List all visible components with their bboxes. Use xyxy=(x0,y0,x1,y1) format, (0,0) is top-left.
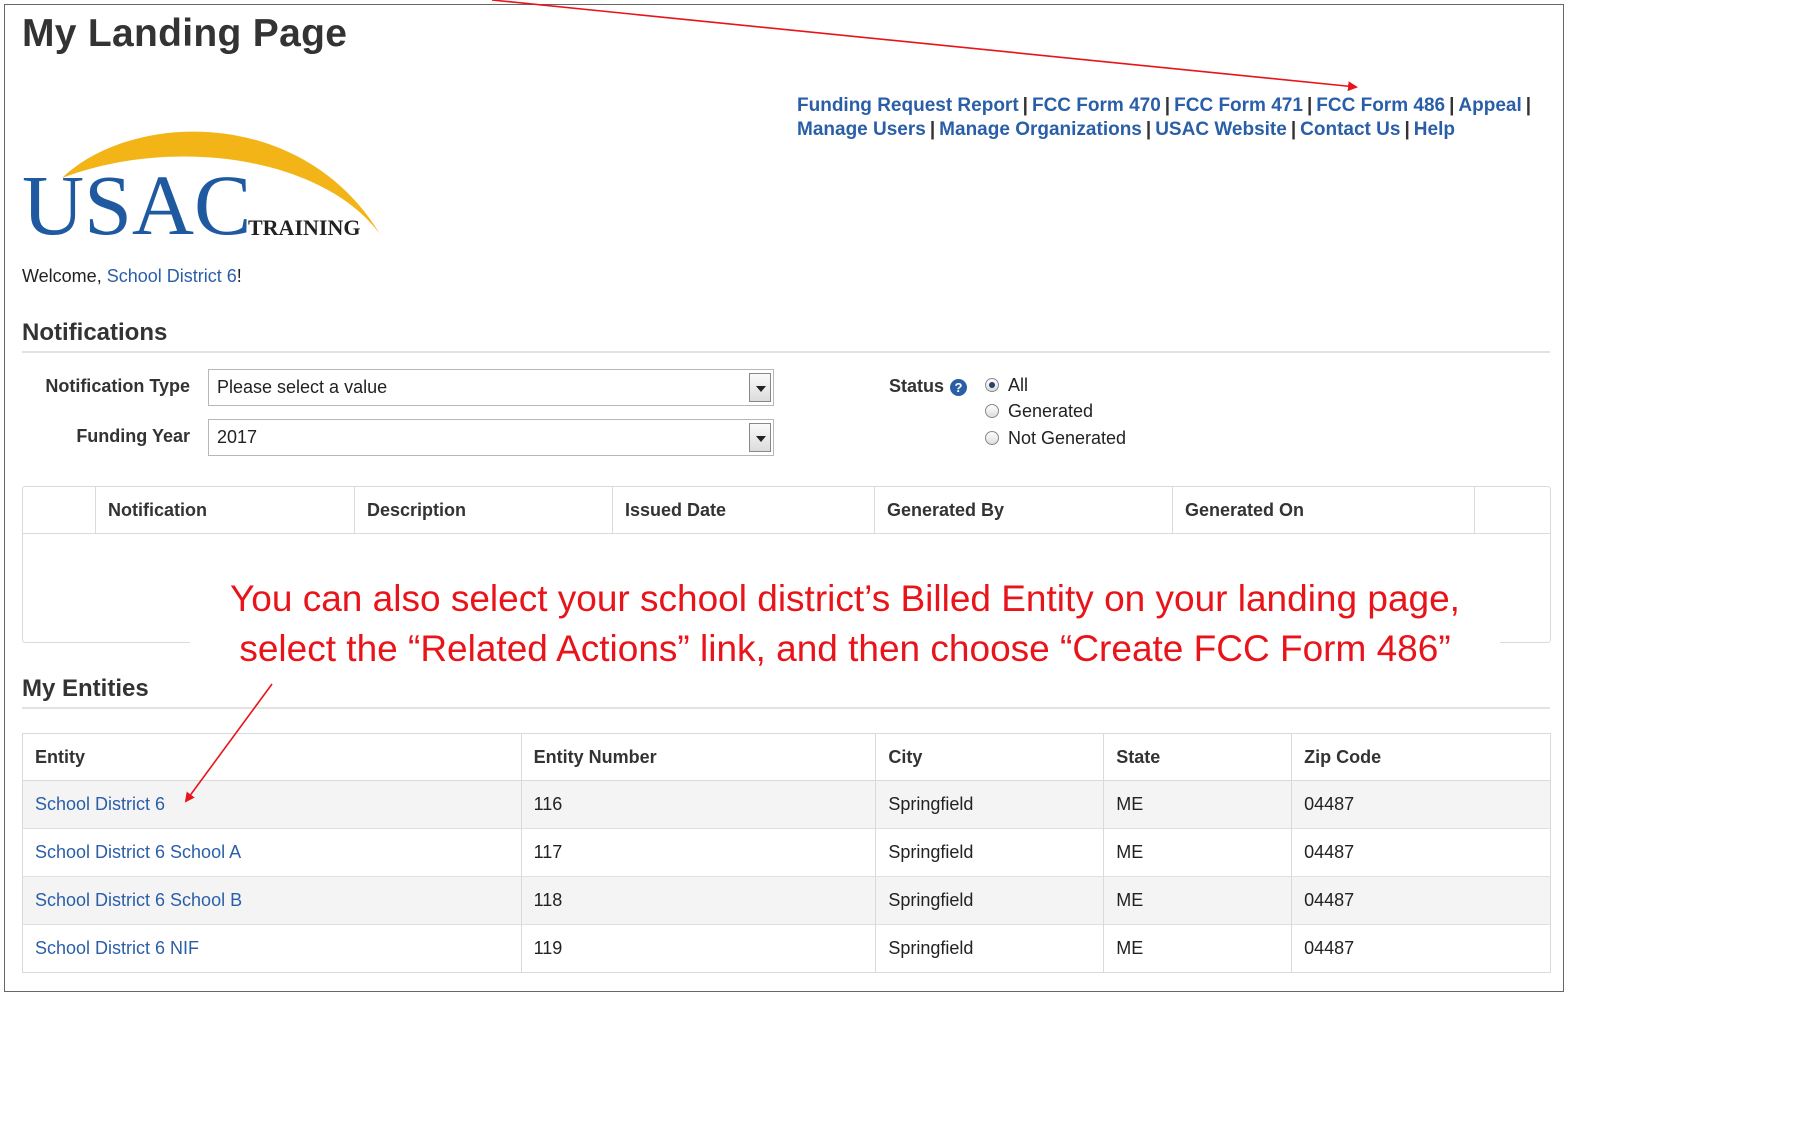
entities-table-header: Entity Entity Number City State Zip Code xyxy=(22,733,1551,781)
divider xyxy=(22,351,1550,353)
city-cell: Springfield xyxy=(875,924,1104,973)
separator: | xyxy=(1525,95,1532,116)
city-cell: Springfield xyxy=(875,780,1104,829)
entity-number-cell: 118 xyxy=(520,876,876,925)
column-header-city[interactable]: City xyxy=(875,733,1104,781)
funding-year-label: Funding Year xyxy=(76,426,190,446)
table-row: School District 6 NIF 119 Springfield ME… xyxy=(22,924,1551,973)
column-header-zip-code[interactable]: Zip Code xyxy=(1291,733,1551,781)
entity-number-cell: 119 xyxy=(520,924,876,973)
column-header-generated-on[interactable]: Generated On xyxy=(1172,487,1474,533)
column-header-description[interactable]: Description xyxy=(354,487,612,533)
notifications-table-header: Notification Description Issued Date Gen… xyxy=(23,487,1550,534)
annotation-line-2: select the “Related Actions” link, and t… xyxy=(239,628,1451,669)
welcome-prefix: Welcome, xyxy=(22,266,107,286)
annotation-line-1: You can also select your school district… xyxy=(230,578,1460,619)
entity-cell: School District 6 xyxy=(22,780,522,829)
separator: | xyxy=(929,119,936,140)
separator: | xyxy=(1290,119,1297,140)
entity-link[interactable]: School District 6 School B xyxy=(35,890,242,910)
logo-sub-text: TRAINING xyxy=(248,215,360,240)
separator: | xyxy=(1145,119,1152,140)
separator: | xyxy=(1164,95,1171,116)
table-row: School District 6 116 Springfield ME 044… xyxy=(22,780,1551,829)
entity-cell: School District 6 School B xyxy=(22,876,522,925)
logo-main-text: USAC xyxy=(22,157,251,246)
entity-link[interactable]: School District 6 xyxy=(35,794,165,814)
link-fcc-form-471[interactable]: FCC Form 471 xyxy=(1174,95,1303,116)
separator: | xyxy=(1306,95,1313,116)
question-circle-icon[interactable]: ? xyxy=(950,378,968,396)
welcome-user-link[interactable]: School District 6 xyxy=(107,266,237,286)
column-header-issued-date[interactable]: Issued Date xyxy=(612,487,874,533)
column-header-entity[interactable]: Entity xyxy=(22,733,522,781)
state-cell: ME xyxy=(1103,924,1292,973)
notification-type-label: Notification Type xyxy=(45,376,190,396)
city-cell: Springfield xyxy=(875,876,1104,925)
entity-link[interactable]: School District 6 NIF xyxy=(35,938,199,958)
link-usac-website[interactable]: USAC Website xyxy=(1155,119,1287,140)
entity-link[interactable]: School District 6 School A xyxy=(35,842,241,862)
welcome-suffix: ! xyxy=(236,266,242,286)
radio-button[interactable] xyxy=(985,431,999,445)
status-option-label: All xyxy=(1008,375,1029,395)
zip-cell: 04487 xyxy=(1291,876,1551,925)
link-manage-users[interactable]: Manage Users xyxy=(797,119,926,140)
status-option-label: Generated xyxy=(1008,401,1094,421)
annotation-callout: You can also select your school district… xyxy=(190,574,1500,674)
chevron-down-icon[interactable] xyxy=(749,423,771,452)
entities-table: Entity Entity Number City State Zip Code… xyxy=(22,733,1551,973)
status-option-label: Not Generated xyxy=(1008,428,1127,448)
table-row: School District 6 School A 117 Springfie… xyxy=(22,828,1551,877)
state-cell: ME xyxy=(1103,780,1292,829)
link-manage-organizations[interactable]: Manage Organizations xyxy=(939,119,1142,140)
status-radio-generated[interactable]: Generated xyxy=(985,401,1093,422)
entity-number-cell: 117 xyxy=(520,828,876,877)
radio-button[interactable] xyxy=(985,404,999,418)
usac-training-logo: USAC TRAINING xyxy=(22,131,380,246)
column-header-entity-number[interactable]: Entity Number xyxy=(520,733,876,781)
city-cell: Springfield xyxy=(875,828,1104,877)
separator: | xyxy=(1404,119,1410,140)
column-header-actions xyxy=(1474,487,1550,533)
notification-type-value: Please select a value xyxy=(217,377,388,397)
chevron-down-icon[interactable] xyxy=(749,373,771,402)
notification-type-select[interactable]: Please select a value xyxy=(208,369,774,406)
status-label: Status? xyxy=(889,376,968,397)
state-cell: ME xyxy=(1103,876,1292,925)
entity-cell: School District 6 NIF xyxy=(22,924,522,973)
link-contact-us[interactable]: Contact Us xyxy=(1300,119,1400,140)
status-radio-all[interactable]: All xyxy=(985,375,1028,396)
zip-cell: 04487 xyxy=(1291,780,1551,829)
link-fcc-form-470[interactable]: FCC Form 470 xyxy=(1032,95,1161,116)
column-header-generated-by[interactable]: Generated By xyxy=(874,487,1172,533)
page-title: My Landing Page xyxy=(22,12,348,55)
status-label-text: Status xyxy=(889,376,945,396)
zip-cell: 04487 xyxy=(1291,924,1551,973)
funding-year-value: 2017 xyxy=(217,427,258,447)
link-help[interactable]: Help xyxy=(1414,119,1455,140)
link-appeal[interactable]: Appeal xyxy=(1458,95,1521,116)
column-header-state[interactable]: State xyxy=(1103,733,1292,781)
notifications-title: Notifications xyxy=(22,319,168,346)
radio-button[interactable] xyxy=(985,378,999,392)
separator: | xyxy=(1022,95,1028,116)
link-fcc-form-486[interactable]: FCC Form 486 xyxy=(1316,95,1445,116)
column-header-notification[interactable]: Notification xyxy=(95,487,354,533)
state-cell: ME xyxy=(1103,828,1292,877)
top-nav-links: Funding Request Report | FCC Form 470 | FCC … xyxy=(797,94,1557,142)
link-funding-request-report[interactable]: Funding Request Report xyxy=(797,95,1019,116)
status-radio-not-generated[interactable]: Not Generated xyxy=(985,428,1126,449)
table-row: School District 6 School B 118 Springfie… xyxy=(22,876,1551,925)
entity-cell: School District 6 School A xyxy=(22,828,522,877)
welcome-message: Welcome, School District 6! xyxy=(22,266,242,287)
separator: | xyxy=(1449,95,1455,116)
my-entities-title: My Entities xyxy=(22,675,149,702)
funding-year-select[interactable]: 2017 xyxy=(208,419,774,456)
zip-cell: 04487 xyxy=(1291,828,1551,877)
entity-number-cell: 116 xyxy=(520,780,876,829)
divider xyxy=(22,707,1550,709)
